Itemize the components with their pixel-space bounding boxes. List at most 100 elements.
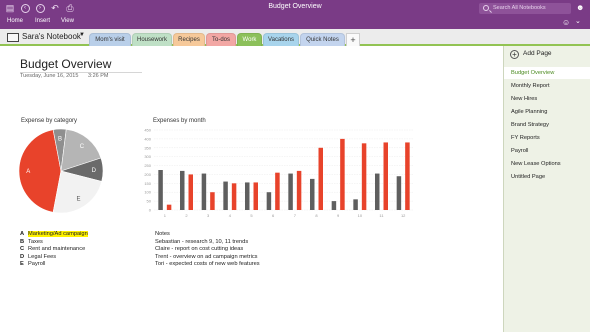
x-tick-label: 3 [207, 213, 210, 218]
legend-label: Payroll [28, 261, 46, 268]
notes-block[interactable]: Notes Sebastian - research 9, 10, 11 tre… [155, 231, 355, 269]
search-input[interactable]: Search All Notebooks [479, 3, 571, 14]
x-tick-label: 11 [379, 213, 384, 218]
notebook-dropdown-icon[interactable]: ▼ [79, 32, 85, 38]
page-title[interactable]: Budget Overview [20, 57, 111, 71]
share-person-icon[interactable]: ☻ [576, 3, 584, 12]
legend-label: Legal Fees [28, 253, 57, 260]
legend-item: C Rent and maintenance [20, 246, 140, 254]
x-tick-label: 4 [229, 213, 232, 218]
x-tick-label: 6 [272, 213, 275, 218]
legend-item: D Legal Fees [20, 254, 140, 262]
x-tick-label: 5 [250, 213, 253, 218]
bar-series1-month-12 [396, 176, 402, 210]
menu-insert[interactable]: Insert [35, 18, 50, 24]
x-tick-label: 8 [315, 213, 318, 218]
page-item-payroll[interactable]: Payroll [504, 145, 590, 157]
add-page-button[interactable]: + Add Page [504, 46, 590, 63]
y-tick-label: 450 [144, 128, 151, 133]
legend-label: Marketing/Ad campaign [28, 231, 88, 237]
menu-view[interactable]: View [61, 18, 74, 24]
page-item-untitled-page[interactable]: Untitled Page [504, 171, 590, 183]
bar-series1-month-8 [310, 178, 315, 210]
pie-label-c: C [80, 144, 85, 150]
tab-vacations[interactable]: Vacations [263, 33, 299, 46]
page-item-brand-strategy[interactable]: Brand Strategy [504, 119, 590, 131]
bar-series1-month-10 [353, 199, 358, 210]
legend-key: C [20, 246, 25, 253]
chevron-down-icon[interactable]: ⌄ [575, 17, 581, 25]
tab-moms-visit[interactable]: Mom's visit [89, 33, 131, 46]
bar-series1-month-1 [158, 170, 163, 210]
note-line: Tori - expected costs of new web feature… [155, 261, 260, 268]
bar-series2-month-6 [275, 172, 280, 210]
y-tick-label: 300 [144, 154, 151, 159]
note-line: Sebastian - research 9, 10, 11 trends [155, 238, 249, 245]
page-item-new-hires[interactable]: New Hires [504, 93, 590, 105]
bar-series2-month-11 [383, 142, 388, 210]
y-tick-label: 250 [144, 163, 151, 168]
legend-key: A [20, 231, 25, 237]
pages-pane: + Add Page Budget Overview Monthly Repor… [503, 46, 590, 332]
bar-series1-month-11 [375, 173, 380, 210]
add-page-icon: + [510, 50, 519, 59]
pie-chart-title: Expense by category [21, 118, 78, 124]
legend-item: E Payroll [20, 261, 140, 269]
y-tick-label: 150 [144, 181, 151, 186]
legend-item: A Marketing/Ad campaign [20, 231, 140, 239]
bar-series2-month-4 [231, 183, 237, 210]
tab-housework[interactable]: Housework [132, 33, 172, 46]
page-item-agile-planning[interactable]: Agile Planning [504, 106, 590, 118]
page-item-new-lease-options[interactable]: New Lease Options [504, 158, 590, 170]
search-icon [483, 5, 489, 11]
tab-quick-notes[interactable]: Quick Notes [300, 33, 345, 46]
note-line: Trent - overview on ad campaign metrics [155, 253, 258, 260]
y-tick-label: 350 [144, 145, 151, 150]
legend-label: Taxes [28, 238, 43, 245]
menu-bar: Home Insert View ☺ ⌄ [0, 17, 590, 29]
bar-series1-month-3 [201, 173, 207, 210]
pie-label-a: A [26, 169, 30, 175]
tab-recipes[interactable]: Recipes [173, 33, 205, 46]
y-tick-label: 200 [144, 172, 151, 177]
bar-series2-month-12 [405, 142, 410, 210]
bar-series2-month-3 [210, 192, 215, 210]
smiley-icon[interactable]: ☺ [562, 18, 570, 27]
menu-home[interactable]: Home [7, 18, 23, 24]
category-legend: A Marketing/Ad campaign B Taxes C Rent and … [20, 231, 140, 269]
bar-series2-month-1 [166, 204, 172, 210]
search-placeholder: Search All Notebooks [493, 5, 546, 11]
bar-series1-month-6 [266, 192, 272, 210]
tab-to-dos[interactable]: To-dos [206, 33, 236, 46]
bar-series2-month-7 [296, 170, 302, 210]
bar-chart-title: Expenses by month [153, 118, 206, 124]
x-tick-label: 7 [294, 213, 297, 218]
notebook-name[interactable]: Sara's Notebook [22, 32, 81, 41]
notebook-bar: Sara's Notebook ▼ Mom's visit Housework … [0, 29, 590, 46]
title-bar: ▤ ‹ › ↶ ⎙ Budget Overview Search All Not… [0, 0, 590, 17]
page-item-budget-overview[interactable]: Budget Overview [504, 67, 590, 79]
pie-label-d: D [92, 168, 97, 174]
page-date: Tuesday, June 16, 2015 [20, 73, 79, 79]
add-section-button[interactable]: + [346, 33, 360, 46]
bar-series1-month-4 [223, 181, 228, 210]
notebook-icon [7, 33, 19, 42]
page-item-fy-reports[interactable]: FY Reports [504, 132, 590, 144]
bar-series1-month-7 [288, 173, 293, 210]
tab-work[interactable]: Work [237, 33, 262, 46]
x-tick-label: 12 [401, 213, 406, 218]
bar-series2-month-5 [253, 182, 258, 210]
legend-key: E [20, 261, 24, 268]
page-item-monthly-report[interactable]: Monthly Report [504, 80, 590, 92]
legend-key: D [20, 253, 25, 260]
x-tick-label: 9 [337, 213, 340, 218]
note-line: Claire - report on cost cutting ideas [155, 246, 244, 253]
x-tick-label: 10 [358, 213, 363, 218]
bar-series2-month-8 [318, 147, 323, 210]
legend-label: Rent and maintenance [28, 246, 86, 253]
y-tick-label: 0 [149, 208, 152, 213]
bar-series1-month-2 [180, 170, 185, 210]
x-tick-label: 2 [185, 213, 188, 218]
bar-series2-month-2 [188, 174, 193, 210]
notes-heading: Notes [155, 231, 170, 237]
